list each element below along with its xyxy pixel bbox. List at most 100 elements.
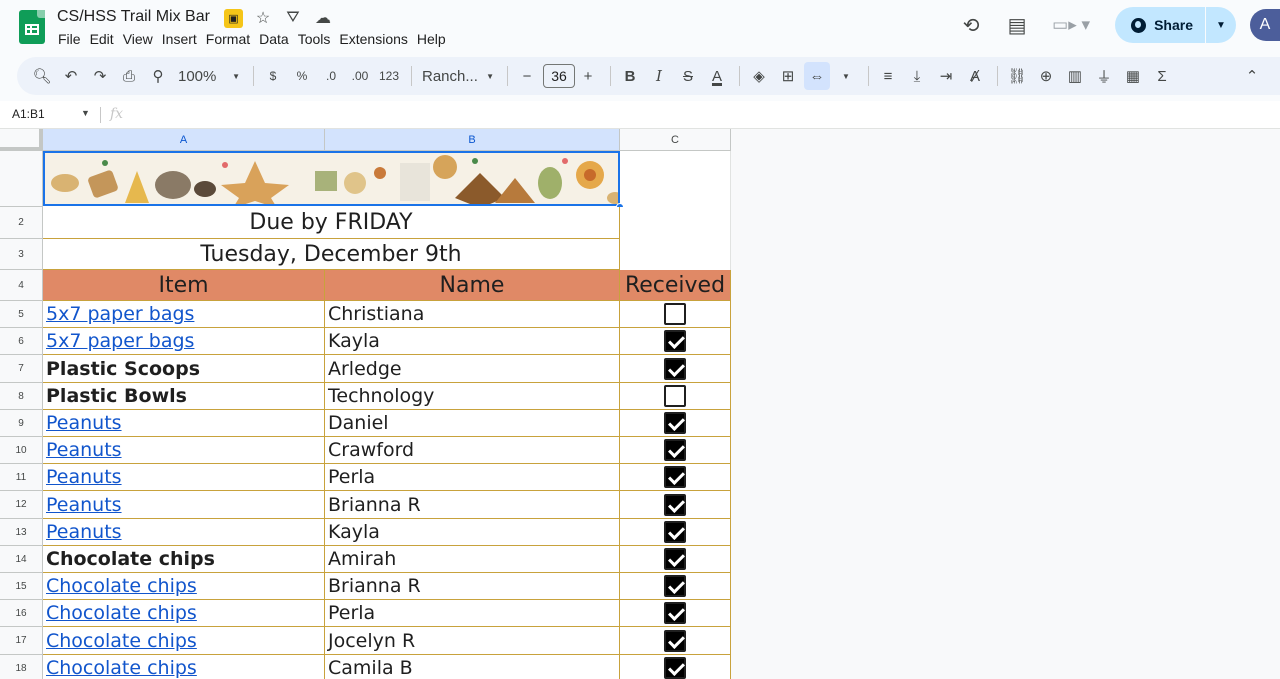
checkbox-checked[interactable] <box>664 602 686 624</box>
decrease-decimal-button[interactable]: .0 <box>318 62 344 90</box>
checkbox-checked[interactable] <box>664 629 686 652</box>
checkbox-unchecked[interactable] <box>664 385 686 407</box>
undo-icon[interactable]: ↶ <box>58 62 84 90</box>
item-cell[interactable]: Peanuts <box>43 491 325 519</box>
select-all-corner[interactable] <box>0 129 43 151</box>
item-cell[interactable]: Chocolate chips <box>43 627 325 655</box>
vertical-align-icon[interactable]: ⤓ <box>904 62 930 90</box>
checkbox-checked[interactable] <box>664 439 686 461</box>
row-header-1[interactable] <box>0 151 43 207</box>
merge-cells-icon[interactable]: ⇔ <box>804 62 830 90</box>
name-box-dropdown-icon[interactable]: ▼ <box>81 108 90 118</box>
increase-decimal-button[interactable]: .00 <box>347 62 373 90</box>
text-rotation-icon[interactable]: Ⱥ <box>962 62 988 90</box>
borders-icon[interactable]: ⊞ <box>775 62 801 90</box>
checkbox-checked[interactable] <box>664 548 686 570</box>
text-color-button[interactable]: A <box>704 62 730 90</box>
column-header-b[interactable]: B <box>325 129 620 151</box>
meet-video-icon[interactable]: ▭▸ ▾ <box>1051 13 1091 37</box>
row-header[interactable]: 8 <box>0 383 43 410</box>
row-header[interactable]: 16 <box>0 600 43 627</box>
bold-button[interactable]: B <box>617 62 643 90</box>
functions-button[interactable]: Σ <box>1149 62 1175 90</box>
item-cell[interactable]: Chocolate chips <box>43 573 325 600</box>
item-cell[interactable]: Peanuts <box>43 464 325 491</box>
name-cell[interactable]: Technology <box>325 383 620 410</box>
menu-insert[interactable]: Insert <box>162 31 202 47</box>
checkbox-checked[interactable] <box>664 330 686 352</box>
header-name[interactable]: Name <box>325 270 620 301</box>
cell-c2[interactable] <box>620 207 731 239</box>
comments-icon[interactable]: ▤ <box>1005 13 1029 37</box>
row-header[interactable]: 10 <box>0 437 43 464</box>
row-header[interactable]: 5 <box>0 301 43 328</box>
merge-dropdown-icon[interactable]: ▼ <box>833 62 859 90</box>
share-button[interactable]: Share <box>1115 7 1206 43</box>
name-cell[interactable]: Amirah <box>325 546 620 573</box>
row-header[interactable]: 9 <box>0 410 43 437</box>
name-cell[interactable]: Brianna R <box>325 491 620 519</box>
menu-file[interactable]: File <box>58 31 86 47</box>
font-size-input[interactable]: 36 <box>543 64 575 88</box>
header-item[interactable]: Item <box>43 270 325 301</box>
paint-format-icon[interactable]: ⚲ <box>145 62 171 90</box>
currency-format-button[interactable]: $ <box>260 62 286 90</box>
name-cell[interactable]: Daniel <box>325 410 620 437</box>
strikethrough-button[interactable]: S <box>675 62 701 90</box>
name-cell[interactable]: Christiana <box>325 301 620 328</box>
item-cell[interactable]: 5x7 paper bags <box>43 328 325 355</box>
row-header[interactable]: 7 <box>0 355 43 383</box>
document-title[interactable]: CS/HSS Trail Mix Bar <box>57 8 210 26</box>
empty-sheet-area[interactable] <box>731 151 1280 679</box>
row-header[interactable]: 11 <box>0 464 43 491</box>
row-header[interactable]: 12 <box>0 491 43 519</box>
move-folder-icon[interactable]: ▣ <box>224 8 243 28</box>
name-cell[interactable]: Kayla <box>325 519 620 546</box>
name-cell[interactable]: Kayla <box>325 328 620 355</box>
column-header-c[interactable]: C <box>620 129 731 151</box>
menu-extensions[interactable]: Extensions <box>339 31 412 47</box>
column-header-a[interactable]: A <box>43 129 325 151</box>
drive-icon[interactable]: ⛛ <box>283 8 303 28</box>
name-cell[interactable]: Perla <box>325 600 620 627</box>
filter-icon[interactable]: ⏚ <box>1091 62 1117 90</box>
checkbox-checked[interactable] <box>664 412 686 434</box>
name-box[interactable]: A1:B1 ▼ <box>12 107 92 121</box>
item-cell[interactable]: 5x7 paper bags <box>43 301 325 328</box>
name-cell[interactable]: Brianna R <box>325 573 620 600</box>
row-header-3[interactable]: 3 <box>0 239 43 270</box>
checkbox-checked[interactable] <box>664 466 686 488</box>
name-cell[interactable]: Crawford <box>325 437 620 464</box>
checkbox-checked[interactable] <box>664 521 686 543</box>
checkbox-checked[interactable] <box>664 657 686 679</box>
insert-link-icon[interactable]: ⛓ <box>1004 62 1030 90</box>
filter-views-icon[interactable]: ▦ <box>1120 62 1146 90</box>
item-cell[interactable]: Plastic Bowls <box>43 383 325 410</box>
search-menus-icon[interactable]: 🔍︎ <box>29 62 55 90</box>
sheets-logo-icon[interactable] <box>19 10 45 44</box>
row-header-4[interactable]: 4 <box>0 270 43 301</box>
checkbox-checked[interactable] <box>664 575 686 597</box>
print-icon[interactable]: ⎙ <box>116 62 142 90</box>
row-header[interactable]: 18 <box>0 655 43 679</box>
row-header[interactable]: 15 <box>0 573 43 600</box>
row-header[interactable]: 6 <box>0 328 43 355</box>
item-cell[interactable]: Peanuts <box>43 437 325 464</box>
item-cell[interactable]: Peanuts <box>43 410 325 437</box>
item-cell[interactable]: Chocolate chips <box>43 655 325 679</box>
avatar[interactable]: A <box>1250 9 1280 41</box>
checkbox-unchecked[interactable] <box>664 303 686 325</box>
insert-chart-icon[interactable]: ▥ <box>1062 62 1088 90</box>
menu-format[interactable]: Format <box>206 31 255 47</box>
due-date-cell[interactable]: Due by FRIDAY <box>43 207 620 239</box>
menu-help[interactable]: Help <box>417 31 451 47</box>
item-cell[interactable]: Peanuts <box>43 519 325 546</box>
version-history-icon[interactable]: ⟲ <box>959 13 983 37</box>
name-cell[interactable]: Perla <box>325 464 620 491</box>
increase-font-size-icon[interactable]: + <box>575 62 601 90</box>
trail-mix-banner-image[interactable] <box>43 151 620 206</box>
row-header[interactable]: 13 <box>0 519 43 546</box>
header-received[interactable]: Received <box>620 270 731 301</box>
decrease-font-size-icon[interactable]: − <box>514 62 540 90</box>
star-icon[interactable]: ☆ <box>253 8 273 28</box>
